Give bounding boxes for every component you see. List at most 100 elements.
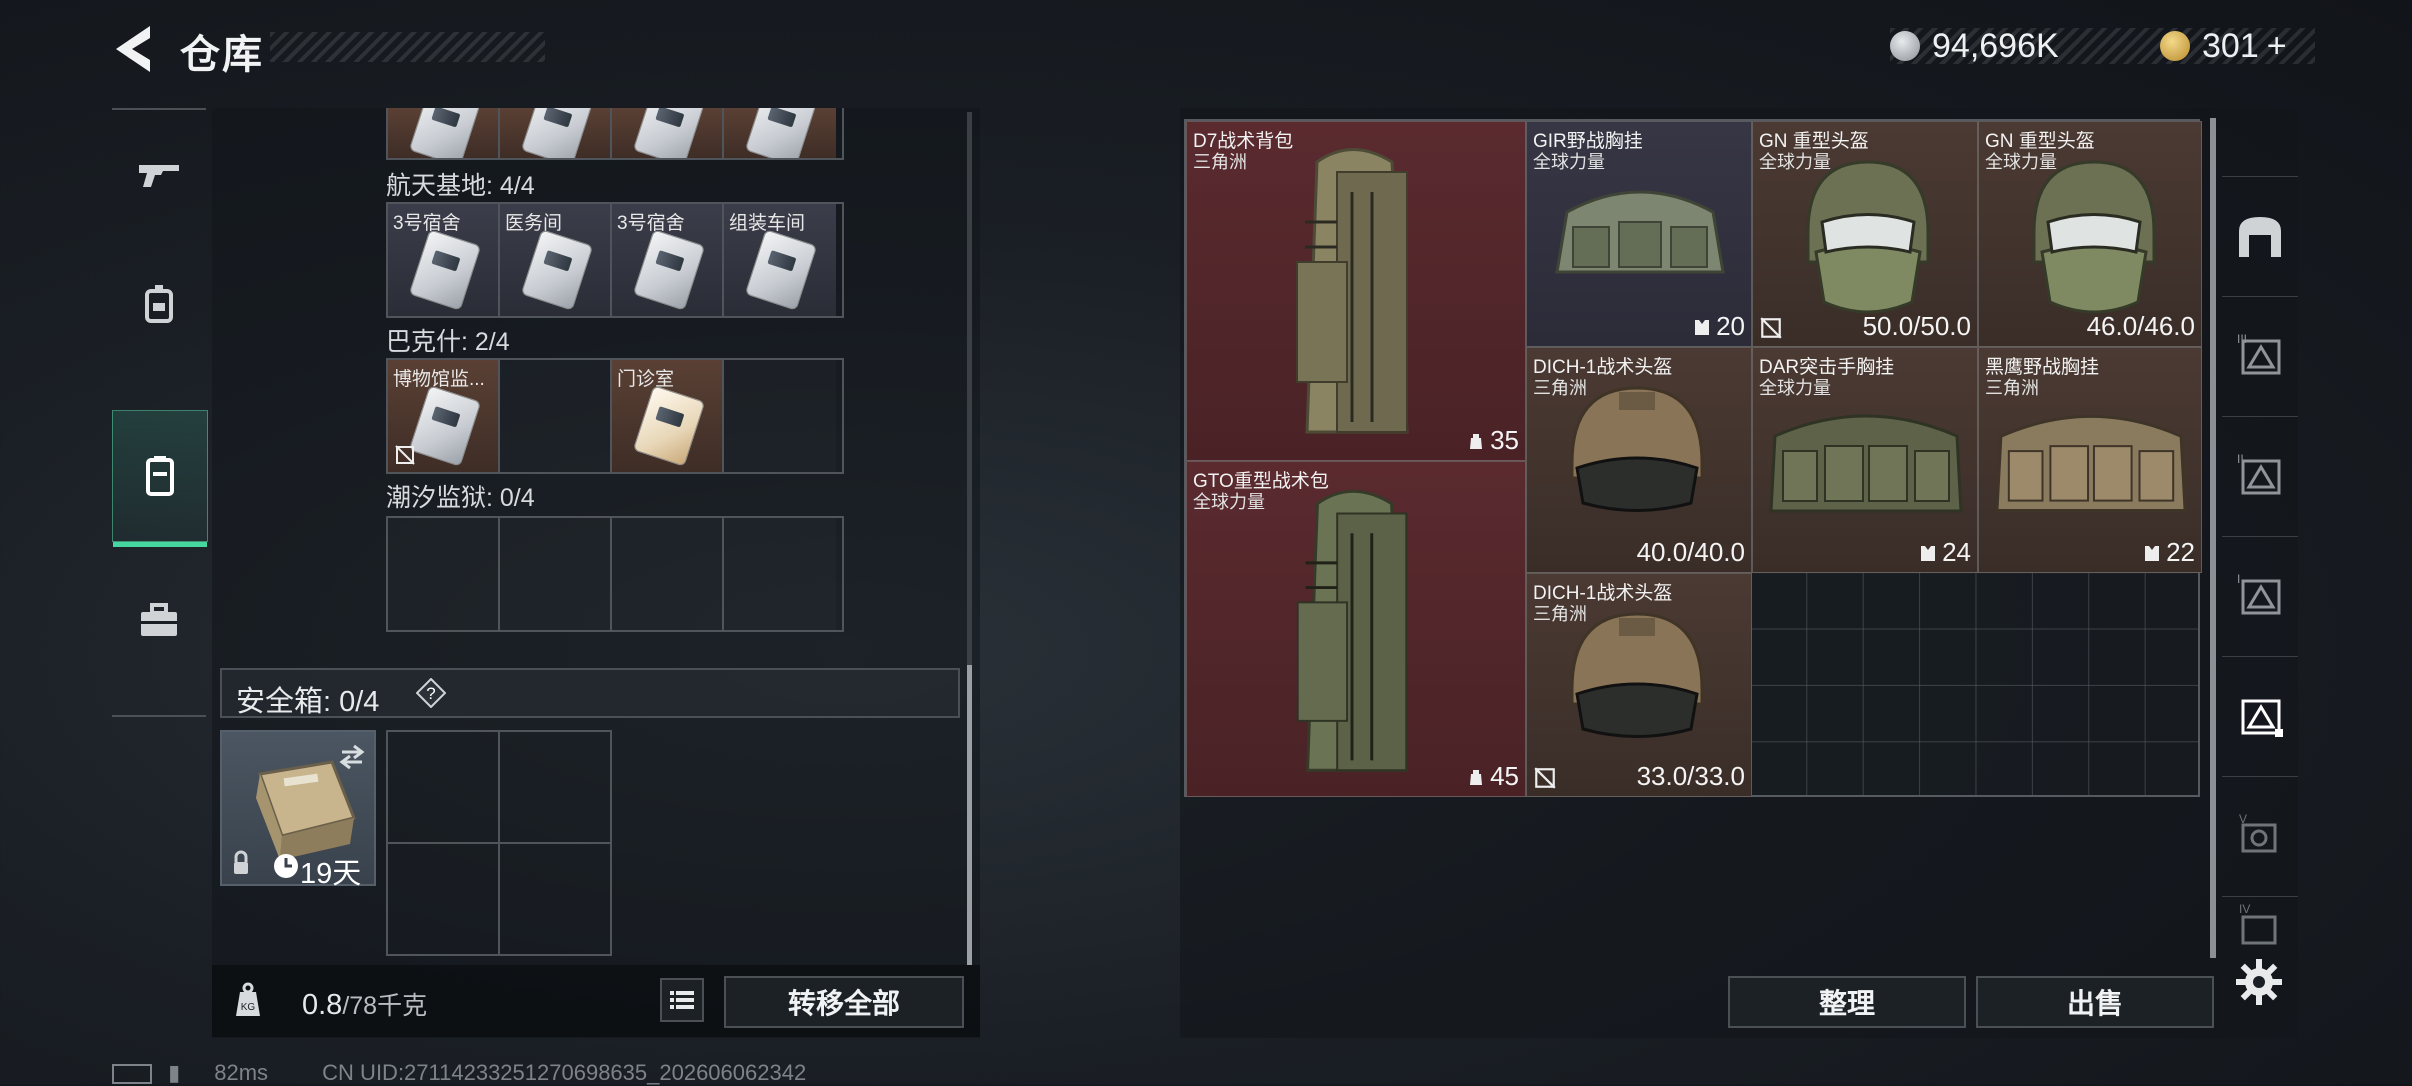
filter-top-spacer [2222, 118, 2298, 177]
coin-amount: 94,696K [1932, 26, 2059, 65]
back-button[interactable] [110, 22, 160, 76]
swap-icon [339, 744, 365, 770]
chest-rig-image [1995, 414, 2187, 512]
keycard-slot[interactable]: 博物馆监... [388, 360, 500, 472]
svg-text:KG: KG [241, 1002, 256, 1013]
item-durability: 46.0/46.0 [2086, 311, 2195, 341]
svg-text:V: V [2239, 812, 2247, 826]
ping: 82ms [214, 1060, 269, 1085]
keycard-slot-empty[interactable] [724, 518, 836, 630]
stash-item-helmet[interactable]: DICH-1战术头盔 三角洲 40.0/40.0 [1526, 347, 1752, 573]
no-bind-icon [1534, 767, 1556, 789]
filter-level-1[interactable]: I [2222, 536, 2298, 657]
organize-button[interactable]: 整理 [1728, 976, 1966, 1028]
nav-keycards[interactable] [112, 410, 208, 547]
stash-item-helmet[interactable]: GN 重型头盔 全球力量 46.0/46.0 [1978, 121, 2202, 347]
keycard-slot[interactable]: 3号宿舍 [612, 204, 724, 316]
keycard-label: 组装车间 [729, 213, 806, 234]
svg-text:I: I [2237, 572, 2240, 586]
chest-rig-image [1769, 414, 1963, 513]
safe-box-grid[interactable] [386, 730, 612, 956]
item-durability: 40.0/40.0 [1636, 537, 1745, 567]
keycard-label: 3号宿舍 [617, 213, 685, 234]
svg-text:?: ? [426, 684, 435, 703]
nav-tools[interactable] [112, 555, 206, 685]
settings-gear-icon[interactable] [2232, 955, 2286, 1009]
nav-weapons[interactable] [112, 110, 206, 240]
storage-icon [2239, 217, 2281, 257]
stash-item-backpack[interactable]: D7战术背包 三角洲 35 [1186, 121, 1526, 461]
item-faction: 三角洲 [1193, 152, 1247, 172]
helmet-image [1806, 160, 1930, 314]
weight-current: 0.8 [302, 989, 343, 1021]
list-view-button[interactable] [660, 978, 704, 1022]
keycard-slot-empty[interactable] [724, 360, 836, 472]
keycard-slot-empty[interactable] [500, 518, 612, 630]
keycard-slot[interactable] [388, 108, 500, 158]
coin-icon [1890, 31, 1920, 61]
stash-item-chest-rig[interactable]: DAR突击手胸挂 全球力量 24 [1752, 347, 1978, 573]
stash-item-chest-rig[interactable]: 黑鹰野战胸挂 三角洲 22 [1978, 347, 2202, 573]
svg-text:II: II [2237, 452, 2244, 466]
keycard-label: 门诊室 [617, 369, 675, 390]
keycard-slot[interactable] [500, 108, 612, 158]
item-capacity: 24 [1918, 537, 1971, 568]
stash-item-chest-rig[interactable]: GIR野战胸挂 全球力量 20 [1526, 121, 1752, 347]
stash-filter-column: III II I V IV [2222, 118, 2298, 968]
token-balance[interactable]: 301 + [2160, 26, 2287, 66]
filter-level-5[interactable]: V [2222, 776, 2298, 897]
sell-button[interactable]: 出售 [1976, 976, 2214, 1028]
backpack-icon [145, 285, 173, 323]
token-icon [2160, 31, 2190, 61]
weight-icon: KG [228, 980, 268, 1020]
stash-item-backpack[interactable]: GTO重型战术包 全球力量 45 [1186, 461, 1526, 797]
status-bar: ▮ 82ms CN UID:27114233251270698635_20260… [112, 1060, 806, 1086]
item-faction: 三角洲 [1985, 378, 2039, 398]
keycard-slot[interactable]: 3号宿舍 [388, 204, 500, 316]
filter-level-2[interactable]: II [2222, 416, 2298, 537]
filter-all[interactable] [2222, 176, 2298, 297]
item-faction: 全球力量 [1985, 152, 2057, 172]
left-nav [112, 108, 208, 717]
help-icon[interactable]: ? [415, 677, 447, 709]
backpack-image [1296, 148, 1409, 434]
tier-5-icon: V [2239, 812, 2277, 853]
filter-level-4[interactable]: IV [2222, 896, 2298, 956]
item-faction: 全球力量 [1533, 152, 1605, 172]
stash-scrollbar[interactable] [2210, 118, 2216, 958]
keycard-slot[interactable]: 门诊室 [612, 360, 724, 472]
signal-icon: ▮ [168, 1060, 181, 1085]
keycard-slot-empty[interactable] [612, 518, 724, 630]
uid: CN UID:27114233251270698635_202606062342 [322, 1060, 807, 1085]
nav-equipment[interactable] [112, 240, 206, 370]
keycard-slot[interactable]: 医务间 [500, 204, 612, 316]
keycard-slot[interactable] [612, 108, 724, 158]
coin-balance[interactable]: 94,696K [1890, 26, 2059, 65]
stash-item-helmet[interactable]: GN 重型头盔 全球力量 50.0/50.0 [1752, 121, 1978, 347]
left-scroll-thumb[interactable] [967, 665, 972, 965]
add-token-button[interactable]: + [2267, 27, 2287, 66]
safe-box-expiry: 19天 [300, 858, 362, 890]
keycard-slot[interactable]: 组装车间 [724, 204, 836, 316]
currency-bar: 94,696K 301 + [1890, 26, 2315, 66]
capacity-icon [1470, 433, 1483, 449]
keycard-slot-empty[interactable] [500, 360, 612, 472]
filter-selected[interactable] [2222, 656, 2298, 777]
keycard-label: 医务间 [505, 213, 563, 234]
keycard-slot[interactable] [724, 108, 836, 158]
filter-level-3[interactable]: III [2222, 296, 2298, 417]
stash-grid[interactable]: D7战术背包 三角洲 35 GIR野战胸挂 全球力量 20 GN 重型头盔 全球… [1184, 119, 2202, 797]
section-label-aerospace-base: 航天基地: 4/4 [386, 172, 535, 200]
tier-4-icon: IV [2239, 902, 2277, 945]
weight-max: /78千克 [342, 992, 428, 1020]
keycard-slot-empty[interactable] [388, 518, 500, 630]
transfer-all-button[interactable]: 转移全部 [724, 976, 964, 1028]
stash-item-helmet[interactable]: DICH-1战术头盔 三角洲 33.0/33.0 [1526, 573, 1752, 797]
tier-2-icon: II [2237, 452, 2281, 495]
item-faction: 三角洲 [1533, 604, 1587, 624]
item-faction: 全球力量 [1193, 492, 1265, 512]
token-amount: 301 [2202, 26, 2259, 65]
tier-1-icon: I [2237, 572, 2281, 615]
vest-icon [1695, 319, 1710, 335]
item-durability: 50.0/50.0 [1862, 311, 1971, 341]
